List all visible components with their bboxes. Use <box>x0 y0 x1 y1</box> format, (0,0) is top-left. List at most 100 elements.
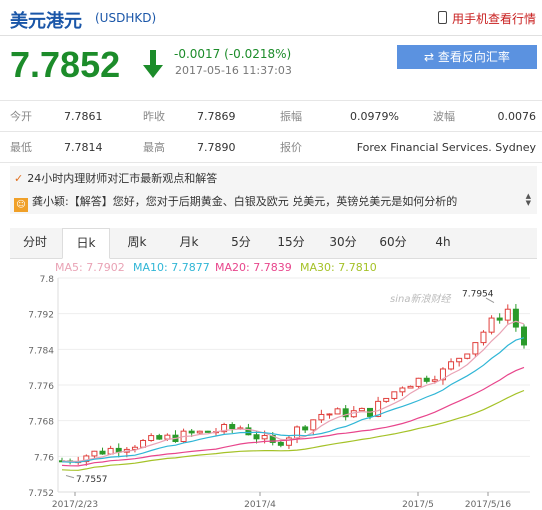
quote-timestamp: 2017-05-16 11:37:03 <box>175 64 292 77</box>
amplitude-label: 振幅 <box>270 100 349 132</box>
candle-body <box>326 413 333 416</box>
candle-body <box>391 391 398 399</box>
quote-source-label: 报价 <box>270 131 349 163</box>
open-value: 7.7861 <box>63 100 133 132</box>
tab-4h[interactable]: 4h <box>420 228 466 257</box>
y-tick-label: 7.784 <box>28 346 54 356</box>
candle-body <box>148 435 155 441</box>
candle-body <box>464 353 471 359</box>
candle-body <box>448 361 455 370</box>
candle-body <box>188 430 195 434</box>
y-tick-label: 7.792 <box>28 311 54 321</box>
legend-entry: MA5: 7.7902 <box>55 261 125 274</box>
legend-entry: MA30: 7.7810 <box>300 261 377 274</box>
prev-close-value: 7.7869 <box>196 100 270 132</box>
candle-body <box>456 357 463 363</box>
candle-body <box>310 419 317 431</box>
reverse-rate-label: 查看反向汇率 <box>437 50 510 64</box>
candle-body <box>204 430 211 433</box>
candle-body <box>140 439 147 448</box>
tab-15min[interactable]: 15分 <box>268 228 314 257</box>
tab-monthly-k[interactable]: 月k <box>166 228 212 257</box>
y-tick-label: 7.776 <box>28 382 54 392</box>
candle-body <box>407 385 414 389</box>
candle-body <box>302 426 309 431</box>
high-value: 7.7890 <box>196 131 270 163</box>
phone-icon <box>437 11 447 24</box>
low-pointer <box>65 475 75 479</box>
candle-body <box>91 450 98 457</box>
swap-icon: ⇄ <box>424 50 438 64</box>
candle-body <box>512 308 519 328</box>
y-tick-label: 7.752 <box>28 489 54 499</box>
current-price: 7.7852 <box>10 44 121 85</box>
candle-body <box>488 317 495 333</box>
reverse-rate-button[interactable]: ⇄ 查看反向汇率 <box>397 45 537 69</box>
tab-30min[interactable]: 30分 <box>320 228 366 257</box>
stats-row: 最低 7.7814 最高 7.7890 报价 Forex Financial S… <box>0 131 542 163</box>
candle-body <box>253 434 260 440</box>
mobile-view-label: 用手机查看行情 <box>451 12 536 26</box>
tab-daily-k[interactable]: 日k <box>62 228 110 259</box>
candle-body <box>496 317 503 321</box>
y-tick-label: 7.768 <box>28 418 54 428</box>
candle-body <box>318 413 325 421</box>
candle-body <box>423 377 430 382</box>
prev-close-label: 昨收 <box>133 100 196 132</box>
ma-line <box>61 320 525 463</box>
stats-table: 今开 7.7861 昨收 7.7869 振幅 0.0979% 波幅 0.0076… <box>0 100 542 163</box>
ma-line <box>61 337 525 463</box>
quote-source-value: Forex Financial Services. Sydney <box>349 131 542 163</box>
news-item-text: 龚小颖:【解答】您好，您对于后期黄金、白银及欧元 兑美元，英镑兑美元是如何分析的 <box>32 195 458 208</box>
quote-header: 美元港元 (USDHKD) 用手机查看行情 <box>0 0 542 36</box>
amplitude-value: 0.0979% <box>349 100 423 132</box>
stats-row: 今开 7.7861 昨收 7.7869 振幅 0.0979% 波幅 0.0076 <box>0 100 542 132</box>
legend-entry: MA20: 7.7839 <box>215 261 292 274</box>
price-change: -0.0017 (-0.0218%) <box>174 47 292 61</box>
candle-body <box>261 435 268 440</box>
high-annotation: 7.7954 <box>462 290 494 300</box>
candle-body <box>415 377 422 387</box>
candle-body <box>334 408 341 415</box>
news-heading: 24小时内理财师对汇市最新观点和解答 <box>27 172 218 185</box>
volatility-value: 0.0076 <box>494 100 542 132</box>
high-label: 最高 <box>133 131 196 163</box>
news-item-link[interactable]: ☺ 龚小颖:【解答】您好，您对于后期黄金、白银及欧元 兑美元，英镑兑美元是如何分析… <box>14 193 457 212</box>
candle-body <box>521 326 527 346</box>
low-label: 最低 <box>0 131 63 163</box>
candle-body <box>472 342 479 355</box>
candle-body <box>164 434 171 440</box>
mobile-view-link[interactable]: 用手机查看行情 <box>437 10 536 27</box>
candle-body <box>480 331 487 344</box>
news-scroll-control[interactable]: ▲ ▼ <box>526 193 531 207</box>
news-panel: ✓ 24小时内理财师对汇市最新观点和解答 ☺ 龚小颖:【解答】您好，您对于后期黄金、… <box>10 166 537 214</box>
tab-weekly-k[interactable]: 周k <box>114 228 160 257</box>
down-arrow-icon <box>143 50 163 78</box>
x-tick-label: 2017/5 <box>402 500 434 510</box>
candle-body <box>399 387 406 393</box>
candlestick-chart[interactable]: MA5: 7.7902 MA10: 7.7877 MA20: 7.7839 MA30:… <box>0 258 542 510</box>
candle-body <box>504 308 511 321</box>
header-divider <box>0 35 542 36</box>
candle-body <box>277 441 284 446</box>
candle-body <box>383 397 390 402</box>
candle-body <box>294 426 301 439</box>
tab-timeshare[interactable]: 分时 <box>10 228 60 257</box>
currency-code: (USDHKD) <box>95 11 157 25</box>
candle-body <box>431 379 438 382</box>
check-icon: ✓ <box>14 172 24 185</box>
low-value: 7.7814 <box>63 131 133 163</box>
watermark-logo: sina新浪财经 <box>390 293 451 305</box>
candle-body <box>107 447 114 455</box>
low-annotation: 7.7557 <box>76 475 108 485</box>
x-tick-label: 2017/5/16 <box>465 500 511 510</box>
tab-5min[interactable]: 5分 <box>218 228 264 257</box>
y-tick-label: 7.76 <box>34 453 54 463</box>
candle-body <box>99 450 106 455</box>
chart-period-tabs: 分时 日k 周k 月k 5分 15分 30分 60分 4h <box>10 228 537 259</box>
tab-60min[interactable]: 60分 <box>370 228 416 257</box>
news-heading-link[interactable]: ✓ 24小时内理财师对汇市最新观点和解答 <box>14 170 217 186</box>
volatility-label: 波幅 <box>423 100 494 132</box>
open-label: 今开 <box>0 100 63 132</box>
scroll-down-icon[interactable]: ▼ <box>526 199 531 207</box>
